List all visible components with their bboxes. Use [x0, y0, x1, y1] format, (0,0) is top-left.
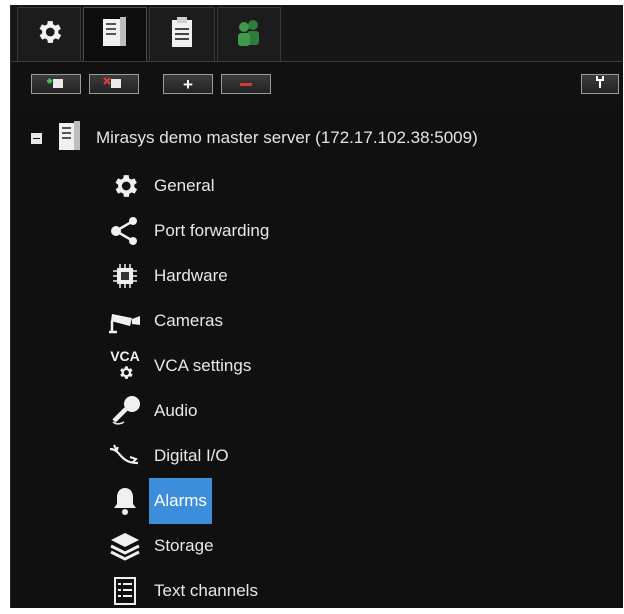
server-icon [58, 120, 82, 157]
tab-bar [11, 5, 623, 61]
tree-item-label: Storage [154, 536, 214, 555]
tree-item-digital-io[interactable]: Digital I/O [105, 437, 234, 475]
collapse-all-button[interactable] [221, 74, 271, 94]
digital-io-icon [105, 437, 145, 475]
bell-icon [105, 482, 145, 520]
tree-item-hardware[interactable]: Hardware [105, 257, 233, 295]
share-icon [105, 212, 145, 250]
tree-item-label: Port forwarding [154, 221, 270, 240]
tools-button[interactable] [581, 74, 619, 94]
chip-icon [105, 257, 145, 295]
tree-item-label: VCA settings [154, 356, 252, 375]
server-config-panel: + Mirasys demo master server (172.17.102… [10, 5, 623, 608]
tree-item-port-forwarding[interactable]: Port forwarding [105, 212, 274, 250]
tree-item-label: Alarms [149, 478, 212, 524]
camera-icon [105, 302, 145, 340]
expand-label: + [183, 74, 193, 94]
server-remove-icon [102, 75, 126, 94]
tab-settings[interactable] [17, 7, 81, 61]
toolbar: + [11, 62, 623, 108]
server-icon [102, 16, 128, 53]
tree-item-general[interactable]: General [105, 167, 219, 205]
tab-users[interactable] [217, 7, 281, 61]
tab-server[interactable] [83, 7, 147, 61]
minus-icon [240, 82, 252, 86]
tools-icon [593, 75, 607, 94]
tree-item-cameras[interactable]: Cameras [105, 302, 228, 340]
microphone-icon [105, 392, 145, 430]
tree-item-audio[interactable]: Audio [105, 392, 202, 430]
tree-root-server[interactable]: Mirasys demo master server (172.17.102.3… [31, 119, 478, 157]
tree-item-alarms[interactable]: Alarms [105, 478, 212, 524]
gear-icon [105, 167, 145, 205]
clipboard-icon [170, 16, 194, 53]
collapse-toggle[interactable] [31, 132, 42, 144]
tree-item-label: General [154, 176, 215, 195]
tab-report[interactable] [149, 7, 215, 61]
tree-item-vca-settings[interactable]: VCA VCA settings [105, 347, 256, 385]
server-tree: Mirasys demo master server (172.17.102.3… [11, 108, 623, 608]
users-icon [234, 17, 264, 52]
server-add-icon [44, 75, 68, 94]
tree-item-storage[interactable]: Storage [105, 527, 219, 565]
add-server-button[interactable] [31, 74, 81, 94]
tree-item-label: Text channels [154, 581, 258, 600]
vca-icon-text: VCA [110, 348, 140, 364]
tree-item-text-channels[interactable]: Text channels [105, 572, 263, 610]
gear-icon [34, 17, 64, 52]
tree-item-label: Audio [154, 401, 198, 420]
tree-item-label: Digital I/O [154, 446, 229, 465]
tree-item-label: Hardware [154, 266, 228, 285]
layers-icon [105, 527, 145, 565]
expand-all-button[interactable]: + [163, 74, 213, 94]
tree-item-label: Cameras [154, 311, 223, 330]
vca-icon: VCA [105, 347, 145, 385]
server-label: Mirasys demo master server (172.17.102.3… [96, 128, 478, 147]
remove-server-button[interactable] [89, 74, 139, 94]
list-icon [105, 572, 145, 610]
